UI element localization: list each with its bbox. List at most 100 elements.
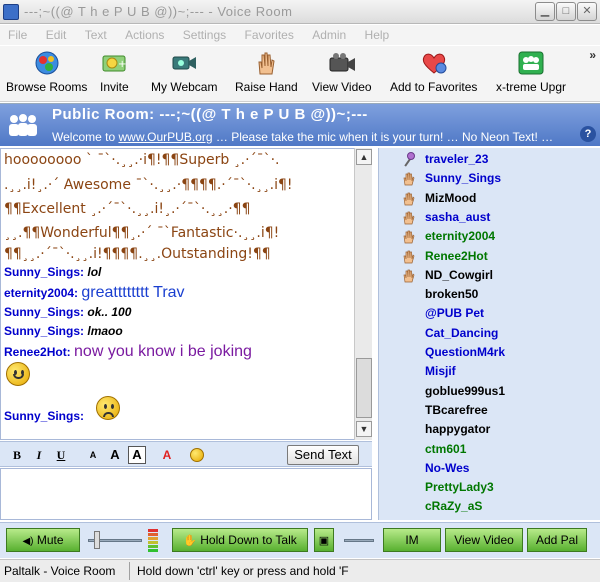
volume-slider[interactable] xyxy=(88,531,142,549)
hand-icon xyxy=(401,171,415,186)
lock-talk-button[interactable]: ▣ xyxy=(314,528,334,552)
user-list-item[interactable]: happygator xyxy=(379,420,600,439)
user-list-item[interactable]: MizMood xyxy=(379,189,600,208)
send-text-button[interactable]: Send Text xyxy=(287,445,359,465)
room-welcome-message: Welcome to www.OurPUB.org … Please take … xyxy=(52,130,554,144)
user-list-item[interactable]: Renee2Hot xyxy=(379,247,600,266)
volume-thumb[interactable] xyxy=(94,531,100,549)
add-to-favorites-button[interactable]: Add to Favorites xyxy=(390,50,477,94)
chat-text: lol xyxy=(87,265,102,279)
user-list[interactable]: traveler_23 Sunny_Sings MizMood sasha_auste… xyxy=(378,148,600,520)
raise-hand-button[interactable]: Raise Hand xyxy=(235,50,298,94)
user-list-item[interactable]: TBcarefree xyxy=(379,401,600,420)
user-list-item[interactable]: Cat_Dancing xyxy=(379,324,600,343)
hand-icon xyxy=(401,210,415,225)
user-list-item[interactable]: broken50 xyxy=(379,285,600,304)
user-list-item[interactable]: sasha_aust xyxy=(379,208,600,227)
status-app: Paltalk - Voice Room xyxy=(4,564,116,578)
menu-admin[interactable]: Admin xyxy=(304,25,353,42)
maximize-button[interactable]: □ xyxy=(556,2,576,21)
bold-button[interactable]: B xyxy=(8,446,26,464)
font-normal-button[interactable]: A xyxy=(128,446,146,464)
hold-to-talk-button[interactable]: ✋ Hold Down to Talk xyxy=(172,528,308,552)
welcome-link[interactable]: www.OurPUB.org xyxy=(118,130,212,144)
chat-pane[interactable]: hoooooooo ` ¯`·.¸¸.·i¶!¶¶Superb ¸.·´¯`·.… xyxy=(0,148,372,440)
bottom-bar: ◀) Mute ✋ Hold Down to Talk ▣ IM View Vi… xyxy=(0,522,600,558)
menu-file[interactable]: File xyxy=(0,25,34,42)
chat-nick[interactable]: Renee2Hot: xyxy=(4,345,71,359)
chat-nick[interactable]: Sunny_Sings: xyxy=(4,324,84,338)
user-name: TBcarefree xyxy=(425,402,488,417)
im-button[interactable]: IM xyxy=(383,528,441,552)
user-name: ctm601 xyxy=(425,441,467,456)
menu-text[interactable]: Text xyxy=(77,25,114,42)
user-list-item[interactable]: ND_Cowgirl xyxy=(379,266,600,285)
view-video-button[interactable]: View Video xyxy=(312,50,372,94)
italic-button[interactable]: I xyxy=(30,446,48,464)
menu-settings[interactable]: Settings xyxy=(175,25,233,42)
user-name: sasha_aust xyxy=(425,209,491,224)
user-list-item[interactable]: traveler_23 xyxy=(379,150,600,169)
chat-nick[interactable]: eternity2004: xyxy=(4,286,78,300)
user-name: QuestionM4rk xyxy=(425,345,506,359)
user-list-item[interactable]: eternity2004 xyxy=(379,227,600,246)
user-list-item[interactable]: No-Wes xyxy=(379,459,600,478)
svg-text:+: + xyxy=(118,59,126,70)
emoticon-button[interactable] xyxy=(188,446,206,464)
scroll-down-button[interactable]: ▼ xyxy=(356,421,372,437)
mute-button[interactable]: ◀) Mute xyxy=(6,528,80,552)
heart-icon xyxy=(420,50,448,76)
scroll-thumb[interactable] xyxy=(356,358,372,418)
invite-button[interactable]: + Invite xyxy=(100,50,129,94)
font-color-button[interactable]: A xyxy=(158,446,176,464)
chat-nick[interactable]: Sunny_Sings: xyxy=(4,409,84,423)
user-list-item[interactable]: Misjif xyxy=(379,362,600,381)
toolbar: Browse Rooms + Invite My Webcam Raise Ha… xyxy=(0,46,600,102)
minimize-button[interactable]: ▁ xyxy=(535,2,555,21)
chat-text: lmaoo xyxy=(87,324,123,338)
user-list-item[interactable]: PrettyLady3 xyxy=(379,478,600,497)
user-list-item[interactable]: @PUB Pet xyxy=(379,304,600,323)
webcam-icon xyxy=(170,50,198,76)
menu-help[interactable]: Help xyxy=(357,25,397,42)
chat-art-line: hoooooooo ` ¯`·.¸¸.·i¶!¶¶Superb ¸.·´¯`·. xyxy=(4,152,280,168)
menu-edit[interactable]: Edit xyxy=(38,25,74,42)
chat-scrollbar[interactable]: ▲ ▼ xyxy=(354,148,372,440)
user-list-item[interactable]: Sunny_Sings xyxy=(379,169,600,188)
user-name: Renee2Hot xyxy=(425,248,488,263)
close-button[interactable]: ✕ xyxy=(577,2,597,21)
menu-favorites[interactable]: Favorites xyxy=(236,25,300,42)
browse-rooms-button[interactable]: Browse Rooms xyxy=(6,50,87,94)
room-title: Public Room: ---;~((@ T h e P U B @))~;-… xyxy=(52,106,368,123)
xtreme-upgrade-button[interactable]: x-treme Upgr xyxy=(496,50,566,94)
my-webcam-button[interactable]: My Webcam xyxy=(151,50,217,94)
chat-art-line: ¶¶Excellent ¸.·´¯`·.¸¸.i!¸.·´¯`·.¸¸.·¶¶ xyxy=(4,201,251,217)
user-name: No-Wes xyxy=(425,460,470,475)
menu-actions[interactable]: Actions xyxy=(117,25,171,42)
message-input[interactable] xyxy=(0,468,372,520)
toolbar-more-button[interactable]: » xyxy=(589,48,596,62)
scroll-up-button[interactable]: ▲ xyxy=(356,149,372,165)
room-help-icon[interactable]: ? xyxy=(580,126,596,142)
user-list-item[interactable]: cRaZy_aS xyxy=(379,497,600,516)
font-larger-button[interactable]: A xyxy=(106,446,124,464)
hand-icon xyxy=(401,268,415,283)
lock-icon: ▣ xyxy=(318,535,330,547)
user-list-item[interactable]: QuestionM4rk xyxy=(379,343,600,362)
underline-button[interactable]: U xyxy=(52,446,70,464)
user-list-item[interactable]: ctm601 xyxy=(379,440,600,459)
group-icon xyxy=(517,50,545,76)
chat-nick[interactable]: Sunny_Sings: xyxy=(4,265,84,279)
sad-smiley-icon xyxy=(96,396,120,420)
font-smaller-button[interactable]: A xyxy=(84,446,102,464)
view-video-bottom-button[interactable]: View Video xyxy=(445,528,523,552)
user-list-item[interactable]: goblue999us1 xyxy=(379,382,600,401)
chat-nick[interactable]: Sunny_Sings: xyxy=(4,305,84,319)
chat-message: Sunny_Sings: ok.. 100 xyxy=(4,305,131,319)
user-name: traveler_23 xyxy=(425,152,489,166)
chat-art-line: ¸¸.¶¶Wonderful¶¶¸.·´ ¯`Fantastic·.¸¸.i¶! xyxy=(4,225,280,241)
chat-text: now you know i be joking xyxy=(74,343,252,360)
menu-bar: File Edit Text Actions Settings Favorite… xyxy=(0,25,600,45)
mic-level-slider[interactable] xyxy=(344,531,374,549)
add-pal-button[interactable]: Add Pal xyxy=(527,528,587,552)
